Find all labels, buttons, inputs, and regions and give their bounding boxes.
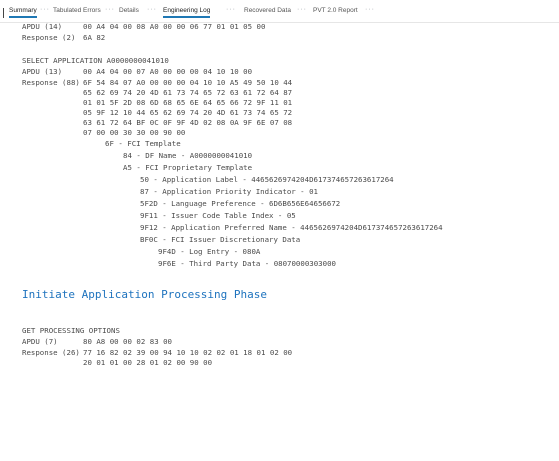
tlv-node: 9F11 - Issuer Code Table Index - 05: [140, 211, 296, 220]
response-bytes-line: 01 01 5F 2D 08 6D 68 65 6E 64 65 66 72 9…: [83, 98, 293, 107]
apdu-bytes: 00 A4 04 00 08 A0 00 00 06 77 01 01 05 0…: [83, 22, 266, 31]
tab-bar: Summary ··· Tabulated Errors ··· Details…: [0, 0, 559, 23]
tab-separator: ···: [297, 6, 307, 13]
response-bytes: 6A 82: [83, 33, 106, 42]
tlv-node: BF0C - FCI Issuer Discretionary Data: [140, 235, 301, 244]
response-label: Response (26): [22, 348, 80, 357]
tlv-node: 84 - DF Name - A0000000041010: [123, 151, 253, 160]
response-bytes-line: 65 62 69 74 20 4D 61 73 74 65 72 63 61 7…: [83, 88, 293, 97]
tlv-node: 9F12 - Application Preferred Name - 4465…: [140, 223, 443, 232]
tlv-node: 5F2D - Language Preference - 6D6B656E646…: [140, 199, 341, 208]
apdu-bytes: 00 A4 04 00 07 A0 00 00 00 04 10 10 00: [83, 67, 253, 76]
tab-recovered-data[interactable]: Recovered Data: [244, 7, 291, 14]
tab-separator: ···: [40, 6, 50, 13]
tlv-node: A5 - FCI Proprietary Template: [123, 163, 253, 172]
response-bytes-line: 77 16 82 02 39 00 94 10 10 02 02 01 18 0…: [83, 348, 293, 357]
select-application-header: SELECT APPLICATION A0000000041010: [22, 56, 169, 65]
get-processing-options-header: GET PROCESSING OPTIONS: [22, 326, 120, 335]
phase-title: Initiate Application Processing Phase: [22, 288, 268, 301]
tlv-node: 9F4D - Log Entry - 080A: [158, 247, 261, 256]
response-bytes-line: 05 9F 12 10 44 65 62 69 74 20 4D 61 73 7…: [83, 108, 293, 117]
apdu-label: APDU (14): [22, 22, 63, 31]
apdu-label: APDU (13): [22, 67, 63, 76]
tab-separator: ···: [226, 6, 236, 13]
response-bytes-line: 20 01 01 00 28 01 02 00 90 00: [83, 358, 213, 367]
tab-separator: ···: [147, 6, 157, 13]
apdu-label: APDU (7): [22, 337, 58, 346]
tab-summary[interactable]: Summary: [9, 7, 37, 18]
tlv-node: 87 - Application Priority Indicator - 01: [140, 187, 318, 196]
tlv-node: 9F6E - Third Party Data - 08070000303000: [158, 259, 336, 268]
apdu-bytes: 80 A8 00 00 02 83 00: [83, 337, 172, 346]
tlv-node: 6F - FCI Template: [105, 139, 181, 148]
response-label: Response (88): [22, 78, 80, 87]
response-bytes-line: 63 61 72 64 BF 0C 0F 9F 4D 02 08 0A 9F 6…: [83, 118, 293, 127]
engineering-log-content: APDU (14) 00 A4 04 00 08 A0 00 00 06 77 …: [0, 22, 559, 461]
tab-pvt-report[interactable]: PVT 2.0 Report: [313, 7, 358, 14]
response-label: Response (2): [22, 33, 76, 42]
tab-tabulated-errors[interactable]: Tabulated Errors: [53, 7, 101, 14]
tab-separator: ···: [105, 6, 115, 13]
tab-details[interactable]: Details: [119, 7, 139, 14]
tab-separator: ···: [365, 6, 375, 13]
tlv-node: 50 - Application Label - 4465626974204D6…: [140, 175, 394, 184]
tab-engineering-log[interactable]: Engineering Log: [163, 7, 211, 18]
response-bytes-line: 6F 54 84 07 A0 00 00 00 04 10 10 A5 49 5…: [83, 78, 293, 87]
response-bytes-line: 07 00 00 30 30 00 90 00: [83, 128, 186, 137]
